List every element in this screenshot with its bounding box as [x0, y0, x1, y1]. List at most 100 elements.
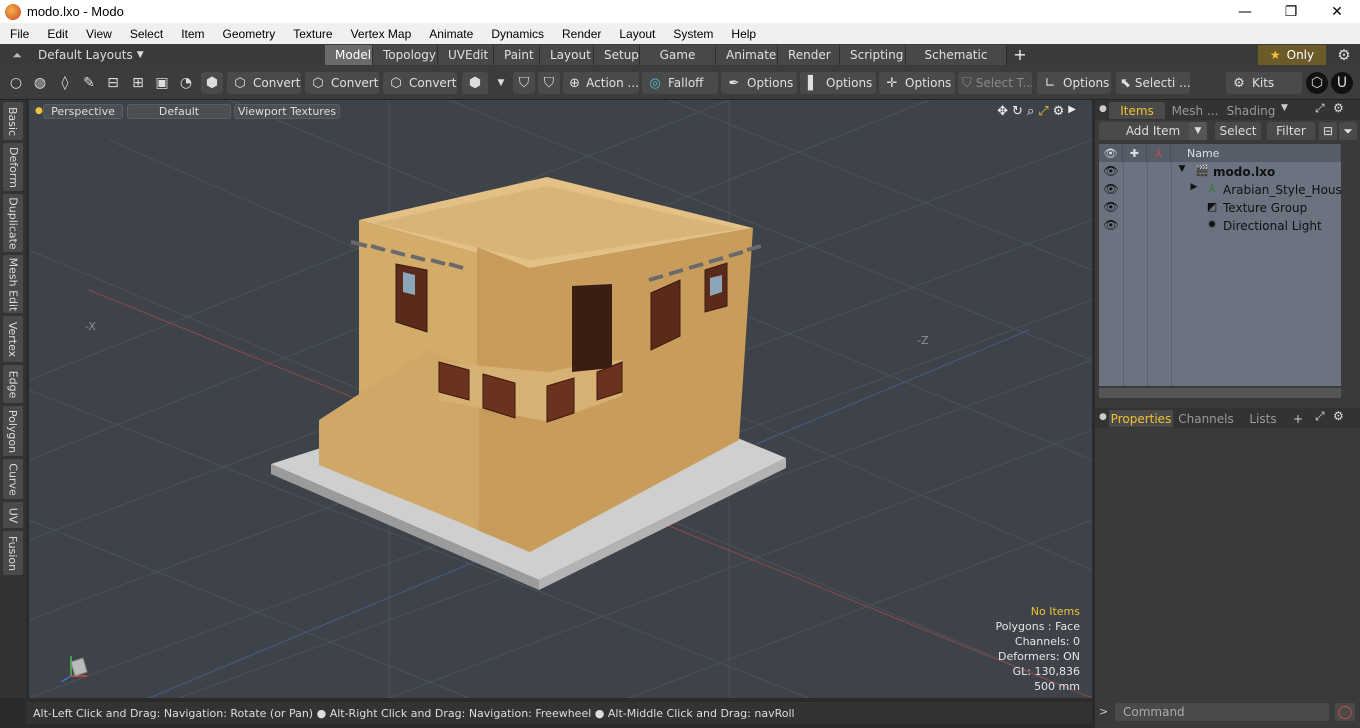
convert-button-3[interactable]: ⬡ Convert	[383, 72, 457, 94]
menu-geometry[interactable]: Geometry	[213, 27, 284, 41]
tab-render[interactable]: Render	[778, 45, 840, 65]
lock-column-icon[interactable]: ✚	[1123, 144, 1147, 162]
select-through-button[interactable]: ⛉ Select T...	[958, 72, 1032, 94]
select-pivot-icon[interactable]: ⊞	[127, 72, 149, 94]
tab-paint[interactable]: Paint	[494, 45, 540, 65]
menu-vertex-map[interactable]: Vertex Map	[341, 27, 420, 41]
vtab-fusion[interactable]: Fusion	[3, 531, 23, 575]
menu-system[interactable]: System	[663, 27, 721, 41]
select-center-icon[interactable]: ▣	[151, 72, 173, 94]
vtab-curve[interactable]: Curve	[3, 459, 23, 499]
view-tab-viewport-textures[interactable]: Viewport Textures	[234, 104, 340, 119]
tab-schematic-fusion[interactable]: Schematic Fusion	[906, 45, 1007, 82]
tab-animate[interactable]: Animate	[716, 45, 778, 65]
options-button-2[interactable]: ▌ Options	[800, 72, 876, 94]
convert-button-2[interactable]: ⬡ Convert	[305, 72, 379, 94]
item-row-arabian-style-house[interactable]: 👁 ▶ ⅄ Arabian_Style_Hous ...	[1099, 181, 1341, 199]
3d-viewport[interactable]: Perspective ● Default Viewport Textures …	[29, 100, 1092, 698]
rotate-icon[interactable]: ↻	[1012, 104, 1023, 119]
options-button-1[interactable]: ✒ Options	[721, 72, 797, 94]
unity-icon[interactable]: ⬡	[1306, 72, 1328, 94]
tab-channels[interactable]: Channels	[1177, 410, 1235, 427]
viewport-menu-arrow-icon[interactable]: ▶	[1068, 104, 1076, 119]
chevron-down-icon[interactable]: ▼	[1281, 103, 1288, 113]
visibility-eye-icon[interactable]: 👁	[1103, 218, 1119, 232]
zoom-icon[interactable]: ⌕	[1027, 104, 1034, 119]
menu-file[interactable]: File	[0, 27, 37, 41]
menu-item[interactable]: Item	[171, 27, 212, 41]
default-layouts-dropdown[interactable]: ⏶ Default Layouts ▼	[6, 44, 143, 66]
tab-mesh[interactable]: Mesh ...	[1169, 102, 1221, 119]
select-materials-icon[interactable]: ⊟	[102, 72, 124, 94]
select-button[interactable]: Select	[1215, 122, 1261, 140]
vtab-polygon[interactable]: Polygon	[3, 406, 23, 456]
panel-gear-icon[interactable]: ⚙	[1333, 101, 1344, 115]
item-row-directional-light[interactable]: 👁 ✸ Directional Light	[1099, 217, 1341, 235]
tab-layout[interactable]: Layout	[540, 45, 594, 65]
workplane-icon[interactable]: ⛉	[538, 72, 560, 94]
vtab-deform[interactable]: Deform	[3, 143, 23, 191]
select-vertices-icon[interactable]: ○	[5, 72, 27, 94]
select-edges-icon[interactable]: ◍	[29, 72, 51, 94]
filter-funnel-icon[interactable]: ⏷	[1339, 122, 1357, 140]
tab-game-tools[interactable]: Game Tools	[640, 45, 716, 82]
chevron-down-icon[interactable]: ▼	[490, 72, 512, 94]
expand-panel-icon[interactable]: ⤢	[1315, 409, 1325, 424]
viewport-gear-icon[interactable]: ⚙	[1053, 104, 1065, 119]
command-input[interactable]: Command	[1115, 703, 1329, 721]
select-polygons-icon[interactable]: ◊	[54, 72, 76, 94]
visibility-eye-icon[interactable]: 👁	[1103, 200, 1119, 214]
add-item-dropdown[interactable]: ▼	[1189, 122, 1207, 140]
tab-shading[interactable]: Shading	[1225, 102, 1277, 119]
tab-items[interactable]: Items	[1109, 102, 1165, 119]
tab-lists[interactable]: Lists	[1239, 410, 1287, 427]
mesh-cube-icon[interactable]: ⬢	[201, 72, 223, 94]
item-row-modo-lxo[interactable]: 👁 ▼ 🎬 modo.lxo	[1099, 163, 1341, 181]
vtab-vertex[interactable]: Vertex	[3, 316, 23, 362]
menu-layout[interactable]: Layout	[609, 27, 663, 41]
name-column[interactable]: Name	[1171, 144, 1341, 162]
vtab-duplicate[interactable]: Duplicate	[3, 194, 23, 252]
vtab-edge[interactable]: Edge	[3, 365, 23, 403]
type-column-icon[interactable]: ⅄	[1147, 144, 1171, 162]
selection-button[interactable]: ⬉ Selecti ...	[1116, 72, 1190, 94]
convert-button-1[interactable]: ⬡ Convert	[227, 72, 301, 94]
menu-dynamics[interactable]: Dynamics	[481, 27, 552, 41]
vtab-uv[interactable]: UV	[3, 502, 23, 528]
item-row-texture-group[interactable]: 👁 ◩ Texture Group	[1099, 199, 1341, 217]
tab-scripting[interactable]: Scripting	[840, 45, 906, 65]
gear-icon[interactable]: ⚙	[1330, 45, 1358, 65]
select-auto-icon[interactable]: ◔	[175, 72, 197, 94]
menu-edit[interactable]: Edit	[37, 27, 76, 41]
vtab-mesh-edit[interactable]: Mesh Edit	[3, 255, 23, 313]
options-button-4[interactable]: ∟ Options	[1037, 72, 1111, 94]
kits-button[interactable]: ⚙ Kits	[1226, 72, 1302, 94]
symmetry-icon[interactable]: ⛉	[513, 72, 535, 94]
collapse-icon[interactable]: ⊟	[1319, 122, 1337, 140]
view-tab-perspective[interactable]: Perspective	[43, 104, 123, 119]
tab-setup[interactable]: Setup	[594, 45, 640, 65]
visibility-column-icon[interactable]: 👁	[1099, 144, 1123, 162]
menu-animate[interactable]: Animate	[419, 27, 481, 41]
add-tab-button[interactable]: +	[1007, 45, 1033, 65]
menu-texture[interactable]: Texture	[283, 27, 340, 41]
panel-gear-icon[interactable]: ⚙	[1333, 409, 1344, 423]
snap-icon[interactable]: ⬢	[462, 72, 488, 94]
minimize-button[interactable]: —	[1222, 0, 1268, 23]
expand-panel-icon[interactable]: ⤢	[1315, 101, 1325, 116]
vtab-basic[interactable]: Basic	[3, 102, 23, 140]
pan-icon[interactable]: ✥	[997, 104, 1008, 119]
maximize-button[interactable]: ❐	[1268, 0, 1314, 23]
view-tab-default[interactable]: Default	[127, 104, 231, 119]
items-scrollbar[interactable]	[1099, 388, 1341, 398]
action-center-button[interactable]: ⊕ Action ...	[563, 72, 639, 94]
tab-topology[interactable]: Topology	[373, 45, 438, 65]
expand-arrow-icon[interactable]: ▶	[1187, 182, 1201, 192]
tab-uvedit[interactable]: UVEdit	[438, 45, 494, 65]
menu-view[interactable]: View	[76, 27, 120, 41]
menu-select[interactable]: Select	[120, 27, 171, 41]
select-items-icon[interactable]: ✎	[78, 72, 100, 94]
visibility-eye-icon[interactable]: 👁	[1103, 182, 1119, 196]
add-panel-tab-button[interactable]: +	[1291, 410, 1305, 427]
visibility-eye-icon[interactable]: 👁	[1103, 164, 1119, 178]
